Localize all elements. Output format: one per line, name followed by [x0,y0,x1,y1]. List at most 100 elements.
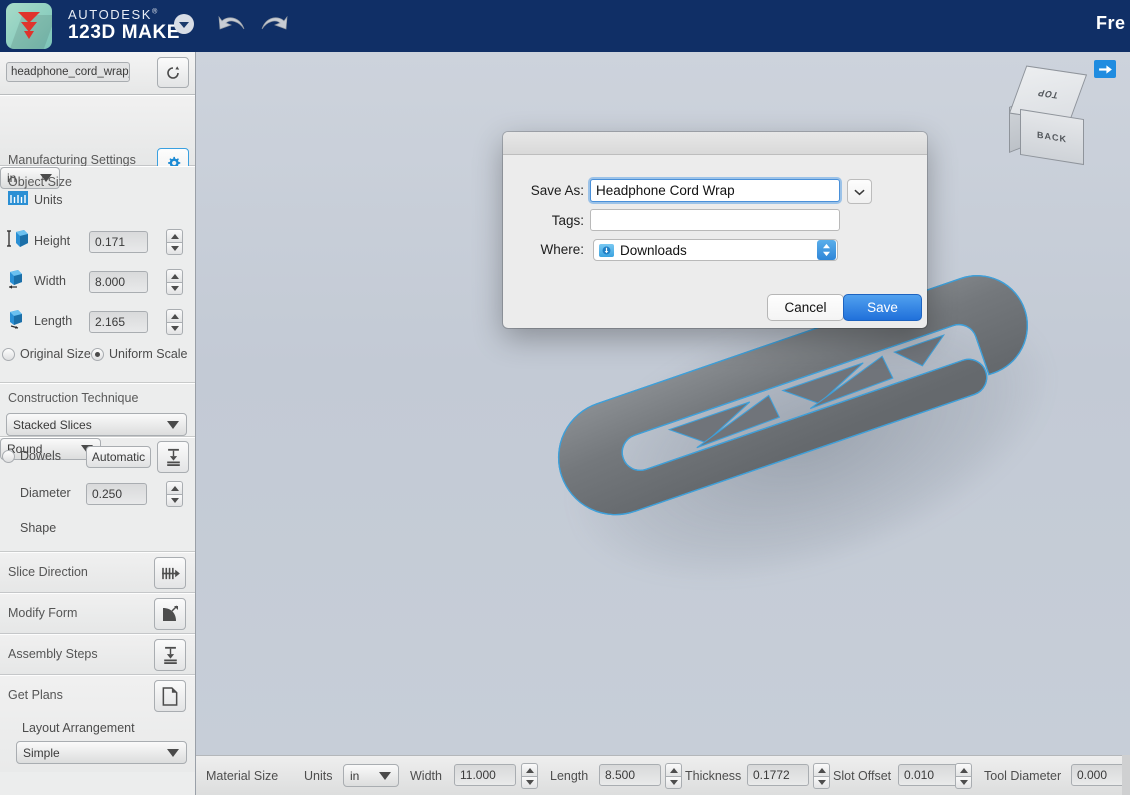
refresh-icon[interactable] [157,57,189,88]
where-dropdown[interactable]: Downloads [593,239,838,261]
radio-original-size[interactable] [2,348,15,361]
bottom-slot-offset-input[interactable]: 0.010 [898,764,960,786]
file-name-input[interactable]: headphone_cord_wrap_ [6,62,130,82]
bottom-thickness-input[interactable]: 0.1772 [747,764,809,786]
uniform-scale-label: Uniform Scale [109,347,188,361]
arrow-right-icon[interactable] [1094,60,1116,78]
dialog-titlebar[interactable] [503,132,927,155]
units-label: Units [34,193,63,207]
material-size-label: Material Size [206,769,279,783]
width-stepper-down[interactable] [166,282,183,295]
diameter-stepper-up[interactable] [166,481,183,494]
left-sidebar: headphone_cord_wrap_ Manufacturing Setti… [0,52,196,795]
view-cube[interactable]: TOP BACK [1006,62,1106,166]
sidebar-item-slice-direction[interactable]: Slice Direction [0,552,195,593]
dowels-automatic-button[interactable]: Automatic [86,446,151,468]
construction-technique-dropdown[interactable]: Stacked Slices [6,413,187,436]
cancel-button[interactable]: Cancel [767,294,844,321]
bottom-width-input[interactable]: 11.000 [454,764,516,786]
get-plans-icon[interactable] [154,680,186,712]
diameter-stepper[interactable] [166,481,183,507]
width-stepper-up[interactable] [166,269,183,282]
save-button[interactable]: Save [843,294,922,321]
diameter-label: Diameter [20,486,71,500]
bottom-length-stepper-down[interactable] [665,776,682,789]
bottom-width-label: Width [410,769,442,783]
length-stepper-down[interactable] [166,322,183,335]
construction-technique-title: Construction Technique [8,391,139,405]
view-cube-front-face[interactable]: BACK [1020,108,1084,166]
assembly-steps-icon[interactable] [154,639,186,671]
bottom-thickness-stepper-up[interactable] [813,763,830,776]
tags-input[interactable] [590,209,840,231]
height-stepper-up[interactable] [166,229,183,242]
get-plans-section: Get Plans Layout Arrangement Simple [0,675,195,772]
chevron-down-icon[interactable] [174,14,194,34]
bottom-length-input[interactable]: 8.500 [599,764,661,786]
bottom-length-stepper[interactable] [665,763,682,789]
height-cube-icon [7,230,28,247]
bottom-units-dropdown[interactable]: in [343,764,399,787]
bottom-thickness-stepper[interactable] [813,763,830,789]
diameter-input[interactable]: 0.250 [86,483,147,505]
construction-technique-section: Construction Technique Stacked Slices [0,383,195,437]
bottom-length-stepper-up[interactable] [665,763,682,776]
brand-123d-make: 123D MAKE [68,21,181,43]
diameter-stepper-down[interactable] [166,494,183,507]
chevron-down-icon [167,420,179,429]
bottom-width-stepper[interactable] [521,763,538,789]
height-input[interactable]: 0.171 [89,231,148,253]
radio-uniform-scale[interactable] [91,348,104,361]
layout-arrangement-label: Layout Arrangement [22,721,135,735]
get-plans-label: Get Plans [8,688,63,702]
layout-arrangement-value: Simple [23,745,60,760]
length-cube-icon [10,310,22,329]
bottom-thickness-label: Thickness [685,769,742,783]
bottom-slot-offset-stepper-down[interactable] [955,776,972,789]
width-stepper[interactable] [166,269,183,295]
modify-form-icon[interactable] [154,598,186,630]
undo-arrow-icon[interactable] [218,12,248,43]
object-size-title: Object Size [8,175,72,189]
bottom-units-label: Units [304,769,333,783]
length-input[interactable]: 2.165 [89,311,148,333]
view-cube-top-label: TOP [1036,87,1060,101]
radio-dowels[interactable] [2,450,15,463]
bottom-thickness-stepper-down[interactable] [813,776,830,789]
view-cube-front-label: BACK [1037,129,1067,145]
bottom-width-stepper-up[interactable] [521,763,538,776]
height-label: Height [34,234,71,248]
bottom-toolbar: Material Size Units in Width 11.000 Leng… [196,755,1130,795]
width-input[interactable]: 8.000 [89,271,148,293]
original-size-label: Original Size [20,347,91,361]
object-size-section: Object Size Units in Height 0.171 Width … [0,166,195,383]
redo-arrow-icon[interactable] [258,12,288,43]
chevron-down-icon [167,748,179,757]
sidebar-item-assembly-steps[interactable]: Assembly Steps [0,634,195,675]
header-account-label[interactable]: Fre [1096,13,1130,34]
length-stepper-up[interactable] [166,309,183,322]
app-window: AUTODESK® 123D MAKE Fre headphone_cord_w… [0,0,1130,795]
save-as-input[interactable]: Headphone Cord Wrap [590,179,840,202]
bottom-slot-offset-stepper-up[interactable] [955,763,972,776]
bottom-slot-offset-stepper[interactable] [955,763,972,789]
bottom-tool-diameter-label: Tool Diameter [984,769,1062,783]
sidebar-item-modify-form[interactable]: Modify Form [0,593,195,634]
length-stepper[interactable] [166,309,183,335]
bottom-width-stepper-down[interactable] [521,776,538,789]
width-cube-icon [9,270,22,289]
brand-autodesk: AUTODESK [68,7,153,22]
stack-down-icon[interactable] [157,441,189,473]
brand-wordmark: AUTODESK® 123D MAKE [68,7,181,43]
construction-technique-value: Stacked Slices [13,417,92,432]
where-stepper-icon[interactable] [817,240,836,260]
app-logo [6,3,52,49]
slice-direction-icon[interactable] [154,557,186,589]
where-label: Where: [540,242,584,257]
height-stepper-down[interactable] [166,242,183,255]
modify-form-label: Modify Form [8,606,78,620]
height-stepper[interactable] [166,229,183,255]
layout-arrangement-dropdown[interactable]: Simple [16,741,187,764]
where-value: Downloads [620,242,687,258]
chevron-down-icon[interactable] [847,179,872,204]
